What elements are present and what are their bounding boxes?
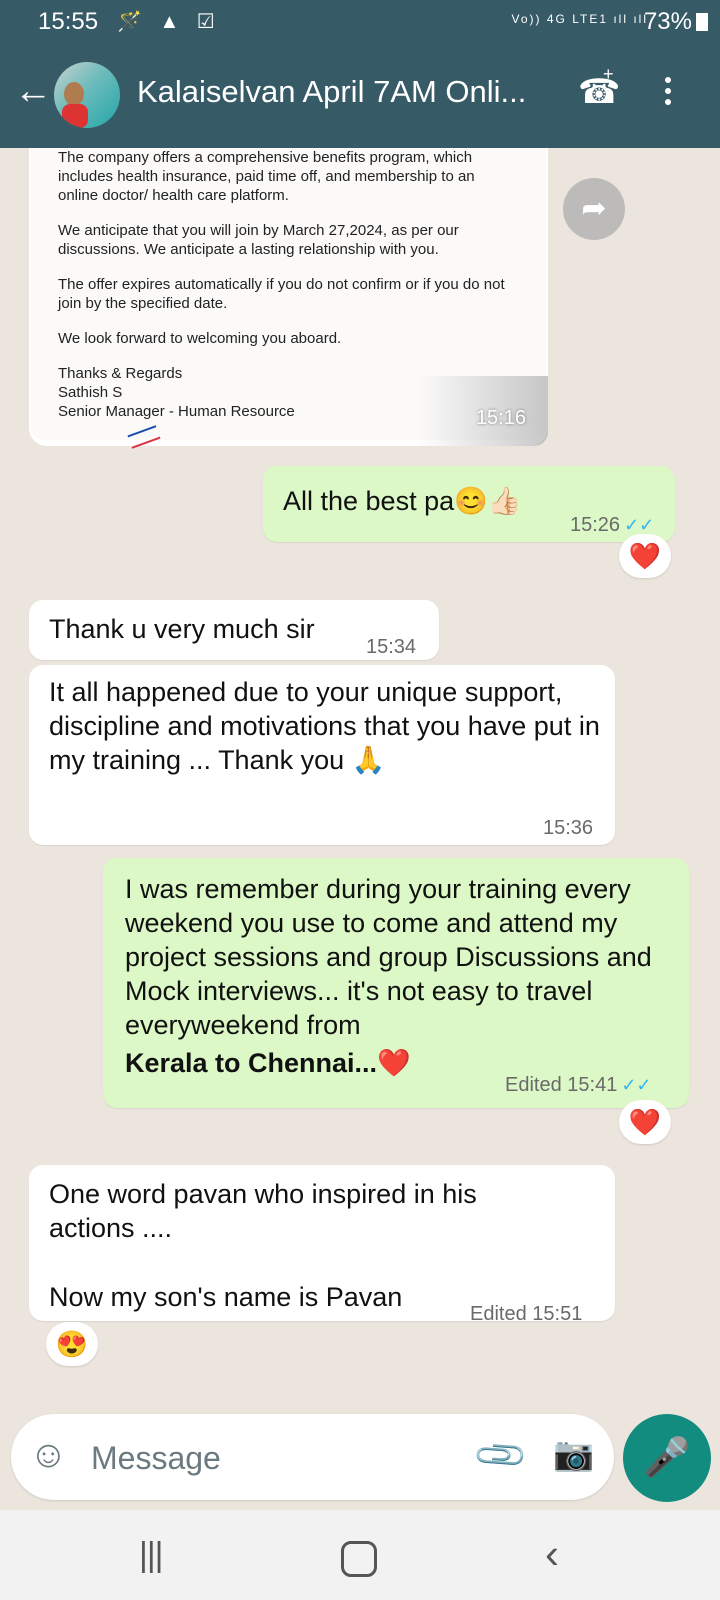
doc-paragraph: The company offers a comprehensive benef… (58, 149, 475, 204)
network-status: Vo)) 4G LTE1 ıll ıll (511, 12, 648, 26)
message-text: One word pavan who inspired in his actio… (49, 1179, 477, 1243)
battery-icon (696, 13, 708, 31)
status-left-icons: 🪄 ▲ ☑ (117, 11, 221, 33)
navigation-bar: ||| ‹ (0, 1510, 720, 1600)
contact-avatar[interactable] (54, 62, 120, 128)
mic-button[interactable]: 🎤 (623, 1414, 711, 1502)
reaction-heart[interactable]: ❤️ (619, 1100, 671, 1144)
reaction-heart[interactable]: ❤️ (619, 534, 671, 578)
message-text: It all happened due to your unique suppo… (49, 677, 600, 775)
more-options-icon[interactable] (665, 72, 671, 110)
message-time: 15:16 (475, 407, 526, 429)
message-bubble[interactable]: All the best pa😊👍🏻 15:26 ✓✓ (263, 466, 675, 542)
add-call-icon[interactable]: ☎ (578, 72, 620, 112)
forward-button[interactable]: ➦ (563, 178, 625, 240)
battery-indicator: 73% (644, 8, 708, 36)
chat-messages[interactable]: The company offers a comprehensive benef… (0, 148, 720, 1468)
read-receipt-icon: ✓✓ (621, 1075, 652, 1095)
back-arrow-icon[interactable]: ← (14, 70, 52, 113)
message-time: 15:36 (543, 817, 594, 839)
message-time: Edited 15:41 ✓✓ (505, 1074, 652, 1096)
message-time: Edited 15:51 (470, 1303, 583, 1325)
chat-header: ← Kalaiselvan April 7AM Onli... ☎ + (0, 44, 720, 148)
battery-percent: 73% (643, 8, 692, 35)
message-bubble[interactable]: Thank u very much sir 15:34 (29, 600, 439, 660)
add-call-plus-icon[interactable]: + (603, 64, 614, 85)
message-bubble[interactable]: One word pavan who inspired in his actio… (29, 1165, 615, 1325)
message-text: I was remember during your training ever… (125, 874, 652, 1040)
chat-title[interactable]: Kalaiselvan April 7AM Onli... (137, 74, 526, 110)
message-text: All the best pa😊👍🏻 (283, 486, 522, 516)
message-input-bar[interactable]: ☺ Message 📎 📷 (11, 1414, 614, 1500)
message-text: Thank u very much sir (49, 614, 315, 644)
message-text: Now my son's name is Pavan (49, 1282, 403, 1312)
home-icon[interactable] (341, 1541, 377, 1577)
reaction-heart-eyes[interactable]: 😍 (46, 1322, 98, 1366)
doc-paragraph: The offer expires automatically if you d… (58, 276, 505, 312)
status-bar: 15:55 🪄 ▲ ☑ Vo)) 4G LTE1 ıll ıll 73% (0, 0, 720, 44)
recents-icon[interactable]: ||| (139, 1536, 163, 1575)
doc-paragraph: We anticipate that you will join by Marc… (58, 222, 459, 258)
back-nav-icon[interactable]: ‹ (545, 1530, 559, 1578)
emoji-icon[interactable]: ☺ (29, 1434, 68, 1477)
attach-icon[interactable]: 📎 (471, 1426, 531, 1486)
message-bubble[interactable]: I was remember during your training ever… (103, 858, 689, 1108)
message-bold-text: Kerala to Chennai...❤️ (125, 1048, 411, 1078)
message-input[interactable]: Message (91, 1440, 221, 1477)
company-logo-icon (127, 425, 161, 449)
message-time: 15:34 (366, 636, 417, 658)
message-bubble[interactable]: It all happened due to your unique suppo… (29, 665, 615, 845)
read-receipt-icon: ✓✓ (624, 515, 655, 535)
camera-icon[interactable]: 📷 (553, 1435, 594, 1474)
document-message[interactable]: The company offers a comprehensive benef… (29, 148, 548, 449)
doc-paragraph: We look forward to welcoming you aboard. (58, 330, 342, 347)
status-time: 15:55 (38, 8, 99, 35)
